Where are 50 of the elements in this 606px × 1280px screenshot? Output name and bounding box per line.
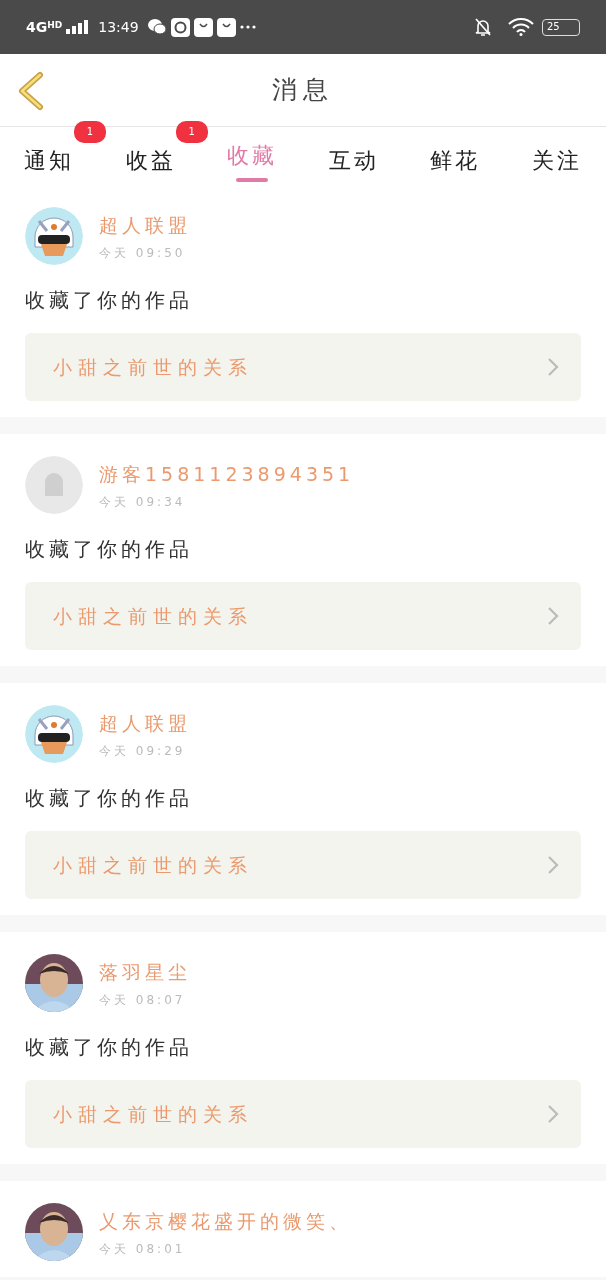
signal-icon [66,20,89,34]
count-badge: 1 [74,121,106,143]
message-time: 今天 09:29 [99,742,187,760]
bag-icon [193,17,213,37]
chevron-right-icon [547,357,559,377]
chevron-right-icon [547,1104,559,1124]
work-card[interactable]: 小甜之前世的关系 [25,831,581,899]
tab[interactable]: 收藏 [227,127,278,185]
work-card[interactable]: 小甜之前世的关系 [25,582,581,650]
cartoon-avatar [25,207,83,265]
message-text: 收藏了你的作品 [25,536,194,563]
work-title: 小甜之前世的关系 [53,354,253,380]
chevron-right-icon [547,606,559,626]
tab[interactable]: 互动 [328,127,379,185]
more-icon [239,25,256,29]
chevron-right-icon [547,855,559,875]
page-title: 消息 [272,74,334,107]
work-title: 小甜之前世的关系 [53,603,253,629]
work-title: 小甜之前世的关系 [53,1101,253,1127]
clock-time: 13:49 [98,17,139,37]
message-text: 收藏了你的作品 [25,287,194,314]
count-badge: 1 [175,121,208,143]
message-time: 今天 09:34 [99,493,187,511]
back-icon[interactable] [16,71,46,111]
battery-indicator: 25 [542,18,580,36]
bag-icon [216,17,236,37]
tab[interactable]: 收益 [125,127,176,185]
sync-icon [170,17,190,37]
tab[interactable]: 通知 [24,127,74,185]
work-title: 小甜之前世的关系 [53,852,253,878]
tab[interactable]: 鲜花 [430,127,481,185]
user-name[interactable]: 超人联盟 [99,211,191,240]
user-name[interactable]: 游客1581123894351 [99,460,355,489]
default-avatar [25,456,83,514]
chat-icon [146,18,167,36]
work-card[interactable]: 小甜之前世的关系 [25,1080,581,1148]
user-name[interactable]: 乂东京樱花盛开的微笑、 [99,1207,352,1236]
message-time: 今天 08:07 [99,991,187,1009]
work-card[interactable]: 小甜之前世的关系 [25,333,581,401]
user-name[interactable]: 落羽星尘 [99,958,191,987]
message-time: 今天 08:01 [99,1240,187,1258]
bell-muted-icon [474,17,492,37]
cartoon-avatar [25,705,83,763]
user-name[interactable]: 超人联盟 [99,709,191,738]
network-indicator: 4G$^{HD}$ [26,20,63,34]
message-text: 收藏了你的作品 [25,785,194,812]
tab[interactable]: 关注 [531,127,582,185]
message-text: 收藏了你的作品 [25,1034,194,1061]
message-time: 今天 09:50 [99,244,187,262]
wifi-icon [508,18,534,36]
